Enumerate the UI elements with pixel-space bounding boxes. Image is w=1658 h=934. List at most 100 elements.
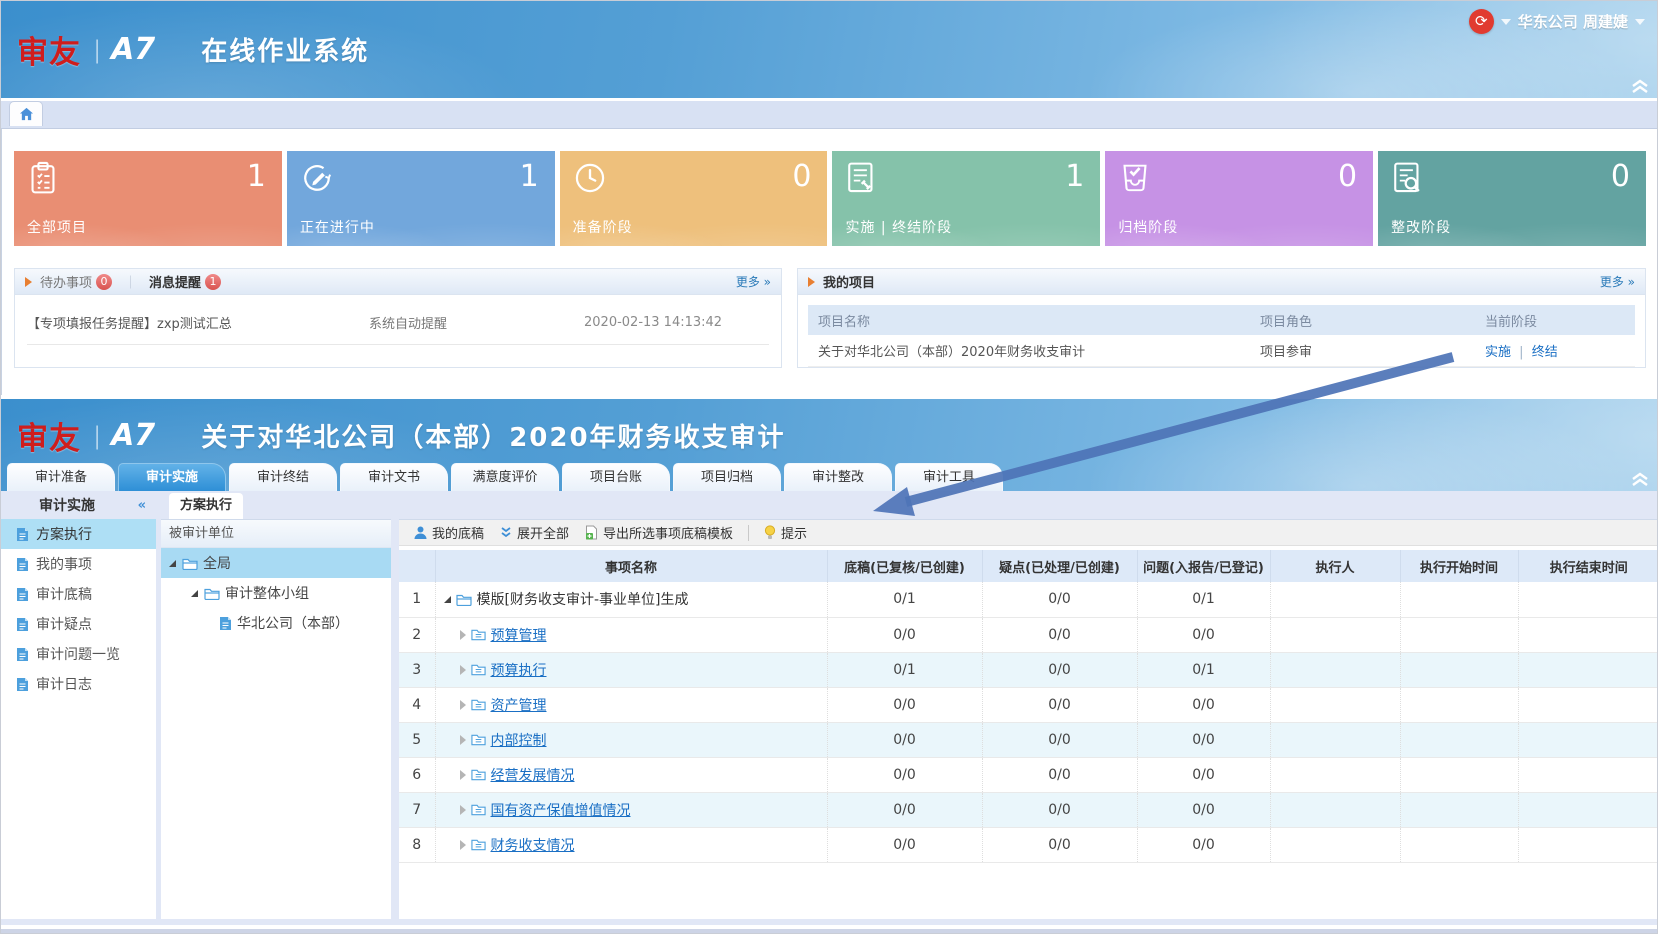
card-all-projects[interactable]: 1 全部项目 — [14, 151, 282, 246]
card-preparation[interactable]: 0 准备阶段 — [560, 151, 828, 246]
tree-node-huabei-company[interactable]: 华北公司（本部） — [161, 608, 391, 638]
home-tab[interactable] — [9, 101, 43, 126]
tab-satisfaction-evaluation[interactable]: 满意度评价 — [451, 463, 559, 491]
audited-units-panel: 被审计单位 全局 审计整体小组 华北公司（本部） — [161, 519, 391, 919]
collapse-row-icon[interactable] — [444, 596, 451, 603]
matter-link[interactable]: 预算管理 — [491, 625, 547, 645]
table-row[interactable]: 8 财务收支情况 0/0 0/0 0/0 — [399, 827, 1658, 862]
tab-audit-preparation[interactable]: 审计准备 — [7, 463, 115, 491]
matter-link[interactable]: 国有资产保值增值情况 — [491, 800, 631, 820]
app-brand: 审友 | A7 关于对华北公司（本部）2020年财务收支审计 — [1, 399, 1658, 458]
message-title[interactable]: 【专项填报任务提醒】zxp测试汇总 — [27, 313, 369, 332]
document-icon — [16, 677, 29, 692]
col-current-stage: 当前阶段 — [1485, 311, 1635, 330]
executor-value — [1270, 687, 1400, 722]
document-icon — [16, 647, 29, 662]
card-value: 1 — [247, 159, 266, 194]
subtab-plan-execution[interactable]: 方案执行 — [169, 493, 243, 519]
expand-row-icon[interactable] — [460, 735, 466, 745]
tab-audit-implementation[interactable]: 审计实施 — [118, 463, 226, 491]
matter-link[interactable]: 内部控制 — [491, 730, 547, 750]
table-row[interactable]: 3 预算执行 0/1 0/0 0/1 — [399, 652, 1658, 687]
my-drafts-button[interactable]: 我的底稿 — [409, 523, 489, 542]
collapse-sidebar-icon[interactable]: « — [138, 498, 146, 513]
message-count-badge: 1 — [205, 274, 221, 290]
hint-button[interactable]: 提示 — [759, 523, 812, 542]
archive-check-icon — [1118, 161, 1152, 199]
sidebar-item-audit-doubts[interactable]: 审计疑点 — [1, 609, 156, 639]
matter-link[interactable]: 财务收支情况 — [491, 835, 575, 855]
start-time-value — [1400, 617, 1518, 652]
project-body: 审计实施 « 方案执行 我的事项 审计底稿 审计疑点 — [1, 491, 1658, 925]
tab-message-reminders[interactable]: 消息提醒 1 — [149, 272, 221, 291]
stage-link-terminate[interactable]: 终结 — [1532, 345, 1558, 360]
expand-row-icon[interactable] — [460, 840, 466, 850]
expand-row-icon[interactable] — [460, 665, 466, 675]
brand-product: A7 — [111, 32, 155, 67]
matter-link[interactable]: 资产管理 — [491, 695, 547, 715]
desktop: 审友 | A7 在线作业系统 ⟳ 华东公司 周建婕 — [0, 0, 1658, 934]
collapse-header-icon[interactable] — [1631, 471, 1649, 487]
folder-icon — [471, 698, 486, 711]
table-row[interactable]: 1 模版[财务收支审计-事业单位]生成 0/1 0/0 0/1 — [399, 582, 1658, 617]
tree-node-global[interactable]: 全局 — [161, 548, 391, 578]
doc-gavel-icon — [845, 161, 877, 199]
more-link[interactable]: 更多 » — [736, 273, 771, 290]
dashboard-header: 审友 | A7 在线作业系统 ⟳ 华东公司 周建婕 — [1, 1, 1658, 98]
stage-link-implement[interactable]: 实施 — [1485, 345, 1511, 360]
window-project: 审友 | A7 关于对华北公司（本部）2020年财务收支审计 审计准备 审计实施… — [1, 399, 1658, 933]
folder-icon — [471, 628, 486, 641]
sidebar-item-audit-log[interactable]: 审计日志 — [1, 669, 156, 699]
card-rectification[interactable]: 0 整改阶段 — [1378, 151, 1646, 246]
table-row[interactable]: 6 经营发展情况 0/0 0/0 0/0 — [399, 757, 1658, 792]
collapse-header-icon[interactable] — [1631, 78, 1649, 94]
sidebar-item-plan-execution[interactable]: 方案执行 — [1, 519, 156, 549]
chevron-down-icon[interactable] — [1501, 19, 1511, 25]
export-draft-template-button[interactable]: 导出所选事项底稿模板 — [580, 523, 738, 542]
tab-my-projects[interactable]: 我的项目 — [823, 272, 875, 291]
more-link[interactable]: 更多 » — [1600, 273, 1635, 290]
tab-todo-items[interactable]: 待办事项 0 — [40, 272, 112, 291]
drafts-value: 0/0 — [827, 757, 982, 792]
chevron-down-icon[interactable] — [1635, 19, 1645, 25]
sidebar-item-label: 方案执行 — [36, 524, 92, 544]
tab-project-archive[interactable]: 项目归档 — [673, 463, 781, 491]
tree-expand-icon[interactable] — [169, 560, 176, 567]
user-name[interactable]: 华东公司 周建婕 — [1518, 11, 1628, 32]
message-row[interactable]: 【专项填报任务提醒】zxp测试汇总 系统自动提醒 2020-02-13 14:1… — [27, 301, 769, 345]
expand-all-button[interactable]: 展开全部 — [495, 523, 574, 542]
sidebar-item-audit-drafts[interactable]: 审计底稿 — [1, 579, 156, 609]
tab-audit-tools[interactable]: 审计工具 — [895, 463, 1003, 491]
start-time-value — [1400, 792, 1518, 827]
expand-row-icon[interactable] — [460, 630, 466, 640]
refresh-icon[interactable]: ⟳ — [1469, 9, 1494, 34]
stage-separator: | — [1519, 345, 1523, 360]
start-time-value — [1400, 582, 1518, 617]
card-impl-terminate[interactable]: 1 实施 | 终结阶段 — [832, 151, 1100, 246]
tree-node-audit-group[interactable]: 审计整体小组 — [161, 578, 391, 608]
tab-audit-termination[interactable]: 审计终结 — [229, 463, 337, 491]
matter-link[interactable]: 预算执行 — [491, 660, 547, 680]
card-archive[interactable]: 0 归档阶段 — [1105, 151, 1373, 246]
table-row[interactable]: 4 资产管理 0/0 0/0 0/0 — [399, 687, 1658, 722]
tab-audit-documents[interactable]: 审计文书 — [340, 463, 448, 491]
sidebar-item-audit-issues-overview[interactable]: 审计问题一览 — [1, 639, 156, 669]
row-index: 2 — [399, 617, 435, 652]
expand-row-icon[interactable] — [460, 770, 466, 780]
start-time-value — [1400, 687, 1518, 722]
tree-expand-icon[interactable] — [191, 590, 198, 597]
expand-row-icon[interactable] — [460, 805, 466, 815]
table-row[interactable]: 5 内部控制 0/0 0/0 0/0 — [399, 722, 1658, 757]
table-row[interactable]: 7 国有资产保值增值情况 0/0 0/0 0/0 — [399, 792, 1658, 827]
arrow-right-icon — [25, 277, 32, 287]
tab-audit-rectification[interactable]: 审计整改 — [784, 463, 892, 491]
card-in-progress[interactable]: 1 正在进行中 — [287, 151, 555, 246]
matter-link[interactable]: 经营发展情况 — [491, 765, 575, 785]
tab-separator: ｜ — [124, 272, 137, 291]
end-time-value — [1518, 792, 1658, 827]
sidebar-title: 审计实施 — [39, 495, 95, 515]
sidebar-item-my-matters[interactable]: 我的事项 — [1, 549, 156, 579]
expand-row-icon[interactable] — [460, 700, 466, 710]
tab-project-ledger[interactable]: 项目台账 — [562, 463, 670, 491]
table-row[interactable]: 2 预算管理 0/0 0/0 0/0 — [399, 617, 1658, 652]
